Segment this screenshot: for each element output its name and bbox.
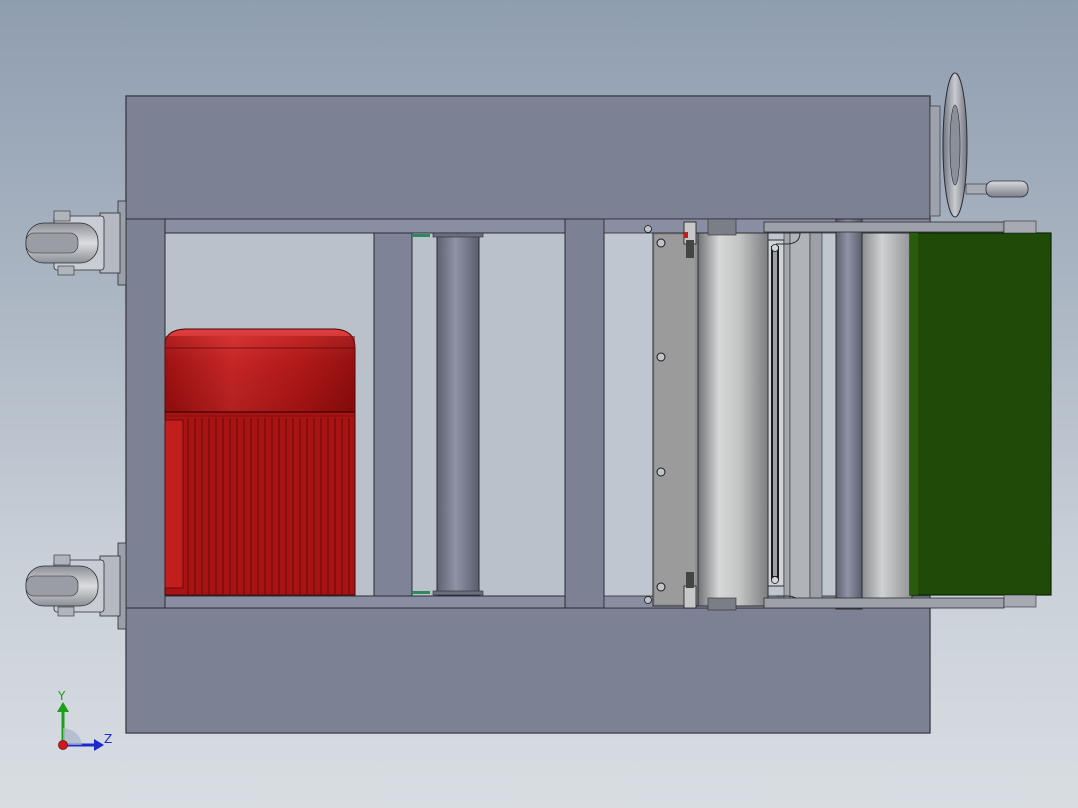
z-axis-label: Z <box>104 732 112 746</box>
caster-wheel-top <box>25 200 127 286</box>
handwheel <box>929 72 1029 218</box>
y-axis-label: Y <box>57 689 66 703</box>
x-axis-dot <box>58 740 68 750</box>
coordinate-triad: Y Z <box>57 689 112 751</box>
cad-viewport[interactable]: Y Z <box>0 0 1078 808</box>
electric-motor <box>164 328 356 596</box>
belt-assembly <box>644 218 1052 611</box>
caster-wheel-bottom <box>25 542 127 630</box>
machine-top-view: Y Z <box>25 72 1052 751</box>
